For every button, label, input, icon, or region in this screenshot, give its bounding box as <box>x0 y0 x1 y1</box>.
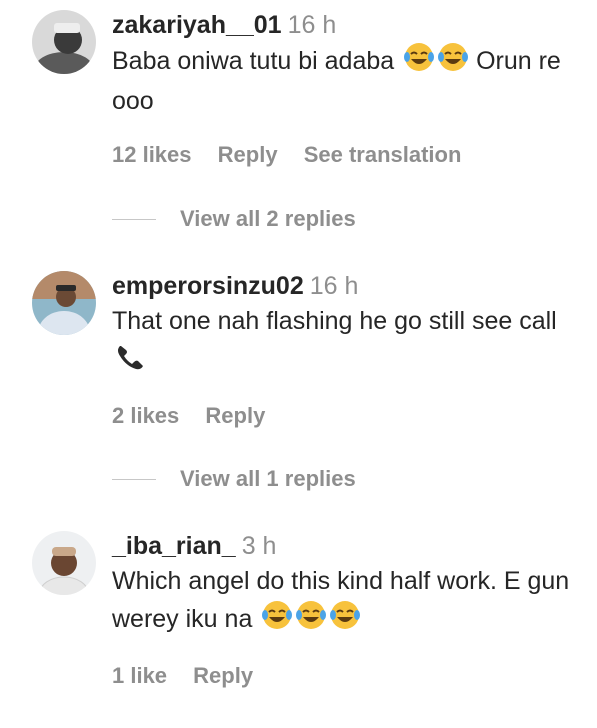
comment-text: That one nah flashing he go still see ca… <box>112 303 577 381</box>
avatar[interactable] <box>32 271 96 335</box>
username[interactable]: _iba_rian_ <box>112 532 236 560</box>
comment-header: _iba_rian_ 3 h <box>112 531 577 561</box>
timestamp: 16 h <box>309 272 359 300</box>
avatar[interactable] <box>32 10 96 74</box>
timestamp: 3 h <box>241 532 277 560</box>
comment-actions: 1 like Reply <box>112 663 577 689</box>
telephone-icon <box>114 340 146 381</box>
comment-body: That one nah flashing he go still see ca… <box>112 307 557 335</box>
avatar[interactable] <box>32 531 96 595</box>
comment-text: Baba oniwa tutu bi adaba Orun re ooo <box>112 42 577 120</box>
laugh-emoji-icon <box>261 600 293 641</box>
reply-button[interactable]: Reply <box>193 663 253 688</box>
laugh-emoji-icon <box>403 42 435 83</box>
comment-actions: 12 likes Reply See translation <box>112 142 577 168</box>
username[interactable]: zakariyah__01 <box>112 11 282 39</box>
replies-divider <box>112 478 156 480</box>
laugh-emoji-icon <box>295 600 327 641</box>
comment-header: emperorsinzu02 16 h <box>112 271 577 301</box>
username[interactable]: emperorsinzu02 <box>112 272 304 300</box>
laugh-emoji-icon <box>437 42 469 83</box>
view-replies[interactable]: View all 1 replies <box>112 465 356 492</box>
reply-button[interactable]: Reply <box>205 403 265 428</box>
replies-divider <box>112 218 156 220</box>
view-replies-label[interactable]: View all 1 replies <box>180 466 356 491</box>
laugh-emoji-icon <box>329 600 361 641</box>
reply-button[interactable]: Reply <box>218 142 278 167</box>
likes-count[interactable]: 2 likes <box>112 403 179 428</box>
view-replies[interactable]: View all 2 replies <box>112 205 356 232</box>
comment-header: zakariyah__01 16 h <box>112 10 577 40</box>
comment-actions: 2 likes Reply <box>112 403 577 429</box>
view-replies-label[interactable]: View all 2 replies <box>180 206 356 231</box>
comment-body: Baba oniwa tutu bi adaba <box>112 47 395 76</box>
likes-count[interactable]: 12 likes <box>112 142 192 167</box>
timestamp: 16 h <box>287 11 337 39</box>
likes-count[interactable]: 1 like <box>112 663 167 688</box>
see-translation-button[interactable]: See translation <box>304 142 462 167</box>
comment-text: Which angel do this kind half work. E gu… <box>112 563 577 641</box>
